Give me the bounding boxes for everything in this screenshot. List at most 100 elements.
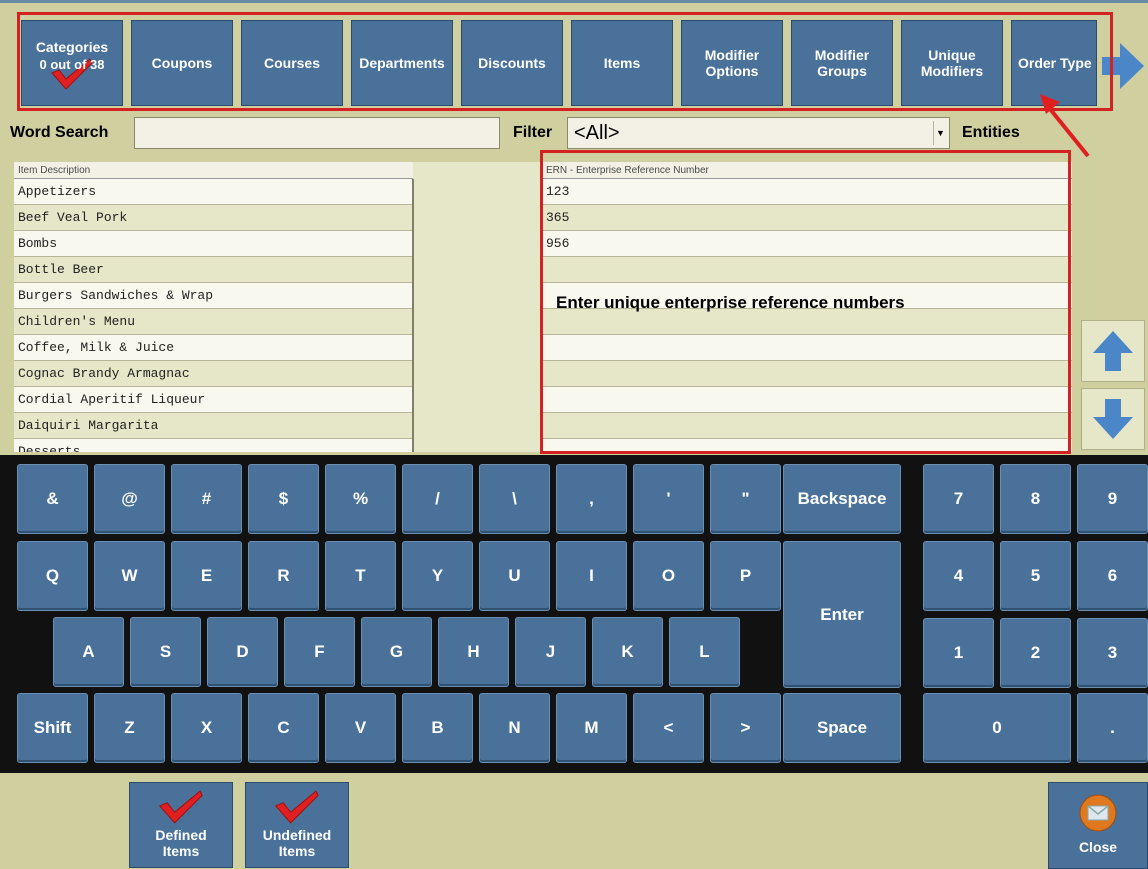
tab-label: Departments: [359, 55, 445, 71]
table-row-ern[interactable]: 365: [542, 205, 1072, 231]
key-d[interactable]: D: [207, 617, 278, 687]
scroll-up-button[interactable]: [1081, 320, 1145, 382]
table-row-description[interactable]: Bombs: [14, 231, 412, 257]
key-ampersand[interactable]: &: [17, 464, 88, 534]
table-row-description[interactable]: Cognac Brandy Armagnac: [14, 361, 412, 387]
key-7[interactable]: 7: [923, 464, 994, 534]
key-y[interactable]: Y: [402, 541, 473, 611]
table-row-description[interactable]: Cordial Aperitif Liqueur: [14, 387, 412, 413]
table-row-ern[interactable]: [542, 439, 1072, 452]
key-j[interactable]: J: [515, 617, 586, 687]
table-row-description[interactable]: Beef Veal Pork: [14, 205, 412, 231]
key-t[interactable]: T: [325, 541, 396, 611]
key-backspace[interactable]: Backspace: [783, 464, 901, 534]
filter-value: <All>: [574, 121, 620, 144]
tab-items[interactable]: Items: [571, 20, 673, 106]
key-quote[interactable]: ": [710, 464, 781, 534]
key-a[interactable]: A: [53, 617, 124, 687]
table-row-description[interactable]: Coffee, Milk & Juice: [14, 335, 412, 361]
key-shift[interactable]: Shift: [17, 693, 88, 763]
key-hash[interactable]: #: [171, 464, 242, 534]
key-b[interactable]: B: [402, 693, 473, 763]
key-z[interactable]: Z: [94, 693, 165, 763]
key-h[interactable]: H: [438, 617, 509, 687]
key-f[interactable]: F: [284, 617, 355, 687]
key-o[interactable]: O: [633, 541, 704, 611]
tab-courses[interactable]: Courses: [241, 20, 343, 106]
filter-select[interactable]: <All> ▼: [567, 117, 950, 149]
key-8[interactable]: 8: [1000, 464, 1071, 534]
key-5[interactable]: 5: [1000, 541, 1071, 611]
table-row-ern[interactable]: [542, 257, 1072, 283]
key-at[interactable]: @: [94, 464, 165, 534]
tab-label: Discounts: [478, 55, 546, 71]
key-1[interactable]: 1: [923, 618, 994, 688]
key-r[interactable]: R: [248, 541, 319, 611]
tab-departments[interactable]: Departments: [351, 20, 453, 106]
key-6[interactable]: 6: [1077, 541, 1148, 611]
close-button[interactable]: Close: [1048, 782, 1148, 869]
tab-coupons[interactable]: Coupons: [131, 20, 233, 106]
table-row-ern[interactable]: [542, 413, 1072, 439]
scroll-down-button[interactable]: [1081, 388, 1145, 450]
table-row-ern[interactable]: [542, 387, 1072, 413]
key-v[interactable]: V: [325, 693, 396, 763]
tab-unique-modifiers[interactable]: Unique Modifiers: [901, 20, 1003, 106]
key-dollar[interactable]: $: [248, 464, 319, 534]
key-n[interactable]: N: [479, 693, 550, 763]
key-q[interactable]: Q: [17, 541, 88, 611]
column-header-ern[interactable]: ERN - Enterprise Reference Number: [542, 162, 1072, 179]
key-l[interactable]: L: [669, 617, 740, 687]
key-e[interactable]: E: [171, 541, 242, 611]
key-period[interactable]: .: [1077, 693, 1148, 763]
tab-modifier-groups[interactable]: Modifier Groups: [791, 20, 893, 106]
undefined-items-button[interactable]: Undefined Items: [245, 782, 349, 868]
key-backslash[interactable]: \: [479, 464, 550, 534]
key-enter[interactable]: Enter: [783, 541, 901, 688]
key-x[interactable]: X: [171, 693, 242, 763]
arrow-right-icon[interactable]: [1102, 41, 1144, 91]
column-header-description[interactable]: Item Description: [14, 162, 413, 179]
tab-categories[interactable]: Categories 0 out of 38: [21, 20, 123, 106]
key-m[interactable]: M: [556, 693, 627, 763]
annotation-arrow-icon: [1040, 94, 1090, 158]
table-row-description[interactable]: Children's Menu: [14, 309, 412, 335]
key-apostrophe[interactable]: ': [633, 464, 704, 534]
defined-items-button[interactable]: Defined Items: [129, 782, 233, 868]
table-row-description[interactable]: Bottle Beer: [14, 257, 412, 283]
key-comma[interactable]: ,: [556, 464, 627, 534]
key-g[interactable]: G: [361, 617, 432, 687]
key-w[interactable]: W: [94, 541, 165, 611]
key-s[interactable]: S: [130, 617, 201, 687]
key-2[interactable]: 2: [1000, 618, 1071, 688]
tab-discounts[interactable]: Discounts: [461, 20, 563, 106]
key-i[interactable]: I: [556, 541, 627, 611]
key-k[interactable]: K: [592, 617, 663, 687]
key-0[interactable]: 0: [923, 693, 1071, 763]
chevron-down-icon[interactable]: ▼: [933, 121, 947, 145]
key-p[interactable]: P: [710, 541, 781, 611]
table-row-description[interactable]: Desserts: [14, 439, 412, 452]
key-c[interactable]: C: [248, 693, 319, 763]
key-greater-than[interactable]: >: [710, 693, 781, 763]
table-row-description[interactable]: Appetizers: [14, 179, 412, 205]
table-row-ern[interactable]: 956: [542, 231, 1072, 257]
key-slash[interactable]: /: [402, 464, 473, 534]
word-search-input[interactable]: [134, 117, 500, 149]
table-row-ern[interactable]: [542, 335, 1072, 361]
table-row-ern[interactable]: 123: [542, 179, 1072, 205]
key-space[interactable]: Space: [783, 693, 901, 763]
key-less-than[interactable]: <: [633, 693, 704, 763]
arrow-up-icon: [1093, 331, 1133, 371]
key-3[interactable]: 3: [1077, 618, 1148, 688]
key-u[interactable]: U: [479, 541, 550, 611]
key-percent[interactable]: %: [325, 464, 396, 534]
defined-items-label: Defined Items: [155, 827, 207, 859]
key-4[interactable]: 4: [923, 541, 994, 611]
table-row-ern[interactable]: [542, 361, 1072, 387]
key-9[interactable]: 9: [1077, 464, 1148, 534]
tab-modifier-options[interactable]: Modifier Options: [681, 20, 783, 106]
table-row-description[interactable]: Daiquiri Margarita: [14, 413, 412, 439]
table-row-description[interactable]: Burgers Sandwiches & Wrap: [14, 283, 412, 309]
tab-categories-label: Categories: [35, 39, 109, 55]
